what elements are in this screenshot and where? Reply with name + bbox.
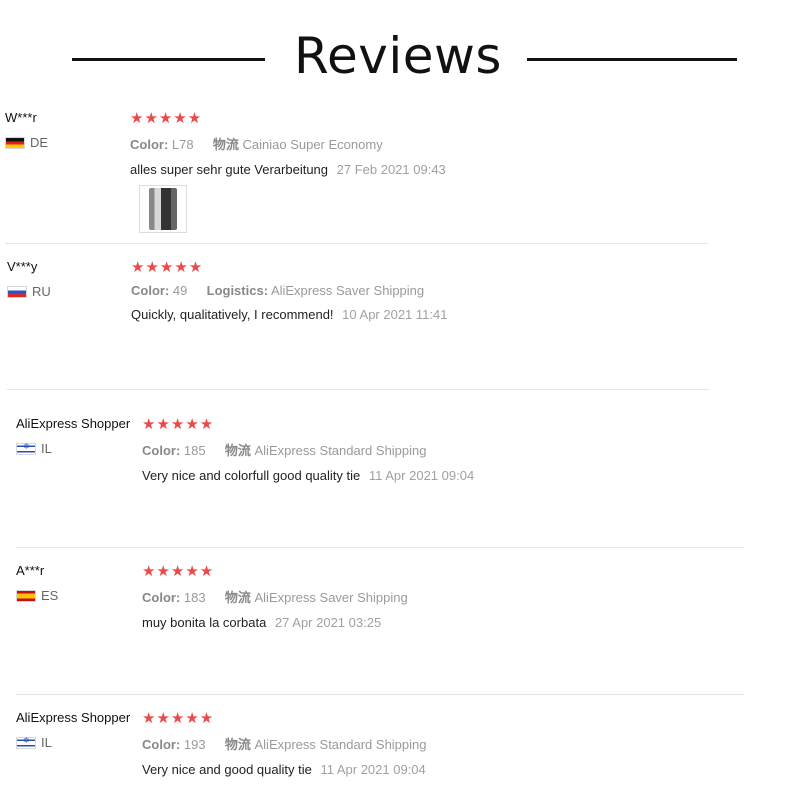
tie-image — [149, 188, 177, 230]
review-content: ★★★★★ Color: 193 物流 AliExpress Standard … — [142, 710, 427, 777]
review-date: 11 Apr 2021 09:04 — [320, 762, 426, 777]
shipping-label: Logistics: — [206, 283, 269, 298]
flag-ru-icon — [7, 285, 27, 298]
review-body: muy bonita la corbata 27 Apr 2021 03:25 — [142, 615, 408, 630]
reviewer-country: DE — [5, 135, 48, 150]
reviewer-info: A***r ES — [16, 563, 58, 603]
review-meta: Color: 183 物流 AliExpress Saver Shipping — [142, 587, 408, 606]
review-content: ★★★★★ Color: L78 物流 Cainiao Super Econom… — [130, 110, 446, 233]
reviewer-name: A***r — [16, 563, 45, 578]
reviewer-name: AliExpress Shopper — [16, 416, 131, 431]
review-content: ★★★★★ Color: 49 Logistics: AliExpress Sa… — [131, 259, 447, 322]
color-label: Color: — [142, 443, 181, 458]
review-date: 27 Feb 2021 09:43 — [336, 162, 446, 177]
color-value: L78 — [171, 137, 194, 152]
shipping-label: 物流 — [224, 590, 251, 605]
flag-il-icon — [16, 442, 36, 455]
reviewer-name: AliExpress Shopper — [16, 710, 131, 725]
rating-stars: ★★★★★ — [142, 709, 215, 727]
header-rule-right — [527, 58, 737, 61]
review-divider — [5, 243, 708, 244]
review-meta: Color: L78 物流 Cainiao Super Economy — [130, 134, 446, 153]
reviewer-info: AliExpress Shopper IL — [16, 710, 130, 750]
review-body: alles super sehr gute Verarbeitung 27 Fe… — [130, 162, 446, 177]
color-label: Color: — [142, 590, 181, 605]
review-content: ★★★★★ Color: 183 物流 AliExpress Saver Shi… — [142, 563, 408, 630]
review-text: Quickly, qualitatively, I recommend! — [131, 307, 334, 322]
color-value: 49 — [172, 283, 188, 298]
country-code: ES — [41, 588, 59, 603]
reviewer-name: W***r — [5, 110, 37, 125]
review-divider — [16, 547, 744, 548]
review-date: 27 Apr 2021 03:25 — [274, 615, 382, 630]
header-rule-left — [72, 58, 265, 61]
review-meta: Color: 193 物流 AliExpress Standard Shippi… — [142, 734, 427, 753]
color-label: Color: — [142, 737, 181, 752]
page-title: Reviews — [294, 27, 502, 85]
shipping-value: AliExpress Saver Shipping — [254, 590, 408, 605]
reviewer-country: RU — [7, 284, 51, 299]
shipping-value: Cainiao Super Economy — [242, 137, 383, 152]
flag-es-icon — [16, 589, 36, 602]
rating-stars: ★★★★★ — [131, 258, 204, 276]
rating-stars: ★★★★★ — [130, 109, 203, 127]
review-image-thumbnail[interactable] — [139, 185, 187, 233]
reviewer-country: IL — [16, 441, 130, 456]
color-value: 183 — [183, 590, 206, 605]
review-text: Very nice and colorfull good quality tie — [142, 468, 361, 483]
shipping-value: AliExpress Standard Shipping — [254, 737, 427, 752]
reviewer-name: V***y — [7, 259, 38, 274]
flag-de-icon — [5, 136, 25, 149]
review-meta: Color: 185 物流 AliExpress Standard Shippi… — [142, 440, 474, 459]
country-code: IL — [41, 441, 52, 456]
shipping-value: AliExpress Standard Shipping — [254, 443, 427, 458]
shipping-value: AliExpress Saver Shipping — [270, 283, 425, 298]
rating-stars: ★★★★★ — [142, 415, 215, 433]
color-value: 193 — [183, 737, 206, 752]
reviewer-country: ES — [16, 588, 58, 603]
review-body: Very nice and good quality tie 11 Apr 20… — [142, 762, 427, 777]
review-text: Very nice and good quality tie — [142, 762, 312, 777]
reviewer-info: AliExpress Shopper IL — [16, 416, 130, 456]
reviewer-info: W***r DE — [5, 110, 48, 150]
review-body: Quickly, qualitatively, I recommend! 10 … — [131, 307, 447, 322]
shipping-label: 物流 — [212, 137, 239, 152]
reviewer-info: V***y RU — [7, 259, 51, 299]
reviewer-country: IL — [16, 735, 130, 750]
country-code: RU — [32, 284, 51, 299]
rating-stars: ★★★★★ — [142, 562, 215, 580]
review-content: ★★★★★ Color: 185 物流 AliExpress Standard … — [142, 416, 474, 483]
country-code: IL — [41, 735, 52, 750]
color-value: 185 — [183, 443, 206, 458]
review-text: muy bonita la corbata — [142, 615, 267, 630]
review-text: alles super sehr gute Verarbeitung — [130, 162, 329, 177]
shipping-label: 物流 — [224, 737, 251, 752]
flag-il-icon — [16, 736, 36, 749]
color-label: Color: — [130, 137, 169, 152]
review-meta: Color: 49 Logistics: AliExpress Saver Sh… — [131, 283, 447, 298]
review-date: 11 Apr 2021 09:04 — [368, 468, 475, 483]
color-label: Color: — [131, 283, 170, 298]
country-code: DE — [30, 135, 49, 150]
review-body: Very nice and colorfull good quality tie… — [142, 468, 474, 483]
shipping-label: 物流 — [224, 443, 251, 458]
review-date: 10 Apr 2021 11:41 — [342, 307, 448, 322]
review-divider — [16, 694, 744, 695]
review-divider — [7, 389, 709, 390]
